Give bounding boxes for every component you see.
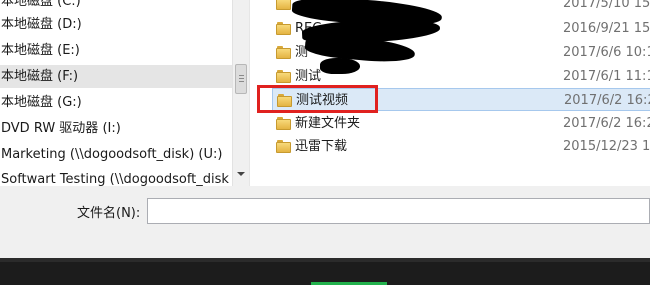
grip-line bbox=[239, 78, 244, 79]
file-date: 2017/5/10 15 bbox=[563, 0, 650, 11]
grip-line bbox=[239, 75, 244, 76]
filename-input[interactable] bbox=[147, 198, 650, 224]
nav-item-label: Softwart Testing (\\dogoodsoft_disk bbox=[1, 172, 229, 186]
taskbar bbox=[0, 258, 650, 285]
nav-item-drive-c[interactable]: 本地磁盘 (C:) bbox=[0, 0, 232, 13]
nav-item-testing-share[interactable]: Softwart Testing (\\dogoodsoft_disk bbox=[0, 168, 232, 186]
file-date: 2015/12/23 1 bbox=[563, 139, 650, 154]
filename-label: 文件名(N): bbox=[77, 206, 141, 221]
redaction-mark bbox=[320, 58, 360, 74]
file-date: 2017/6/2 16:2 bbox=[564, 93, 650, 108]
file-date: 2017/6/1 11:1 bbox=[563, 69, 650, 84]
nav-item-drive-f[interactable]: 本地磁盘 (F:) bbox=[0, 65, 232, 88]
folder-icon bbox=[276, 22, 291, 35]
nav-item-drive-g[interactable]: 本地磁盘 (G:) bbox=[0, 91, 232, 114]
scrollbar-thumb[interactable] bbox=[235, 64, 247, 94]
nav-item-dvd-drive[interactable]: DVD RW 驱动器 (I:) bbox=[0, 117, 232, 140]
nav-item-label: 本地磁盘 (C:) bbox=[1, 0, 81, 9]
file-name: 迅雷下载 bbox=[295, 139, 348, 154]
nav-item-label: 本地磁盘 (E:) bbox=[1, 43, 80, 58]
file-name: 新建文件夹 bbox=[295, 116, 361, 131]
scroll-down-arrow-icon[interactable] bbox=[237, 172, 245, 176]
nav-item-label: DVD RW 驱动器 (I:) bbox=[1, 121, 121, 136]
navigation-pane: 本地磁盘 (C:) 本地磁盘 (D:) 本地磁盘 (E:) 本地磁盘 (F:) … bbox=[0, 0, 232, 186]
folder-icon bbox=[276, 70, 291, 83]
nav-item-drive-d[interactable]: 本地磁盘 (D:) bbox=[0, 13, 232, 36]
nav-item-drive-e[interactable]: 本地磁盘 (E:) bbox=[0, 39, 232, 62]
highlight-box bbox=[257, 85, 378, 113]
nav-scrollbar[interactable] bbox=[232, 0, 249, 186]
grip-line bbox=[239, 81, 244, 82]
save-dialog: 本地磁盘 (C:) 本地磁盘 (D:) 本地磁盘 (E:) 本地磁盘 (F:) … bbox=[0, 0, 650, 258]
folder-icon bbox=[276, 46, 291, 59]
file-row[interactable]: 迅雷下载 2015/12/23 1 bbox=[272, 135, 650, 158]
nav-item-label: 本地磁盘 (G:) bbox=[1, 95, 82, 110]
file-date: 2016/9/21 15 bbox=[563, 21, 650, 36]
folder-icon bbox=[276, 0, 291, 10]
nav-item-label: 本地磁盘 (D:) bbox=[1, 17, 82, 32]
file-row[interactable]: 新建文件夹 2017/6/2 16:2 bbox=[272, 112, 650, 135]
taskbar-edge bbox=[0, 258, 650, 262]
folder-icon bbox=[276, 117, 291, 130]
file-date: 2017/6/6 10:1 bbox=[563, 45, 650, 60]
nav-item-label: Marketing (\\dogoodsoft_disk) (U:) bbox=[1, 147, 223, 162]
folder-icon bbox=[276, 140, 291, 153]
nav-item-marketing-share[interactable]: Marketing (\\dogoodsoft_disk) (U:) bbox=[0, 143, 232, 166]
nav-item-label: 本地磁盘 (F:) bbox=[1, 69, 79, 84]
file-date: 2017/6/2 16:2 bbox=[563, 116, 650, 131]
